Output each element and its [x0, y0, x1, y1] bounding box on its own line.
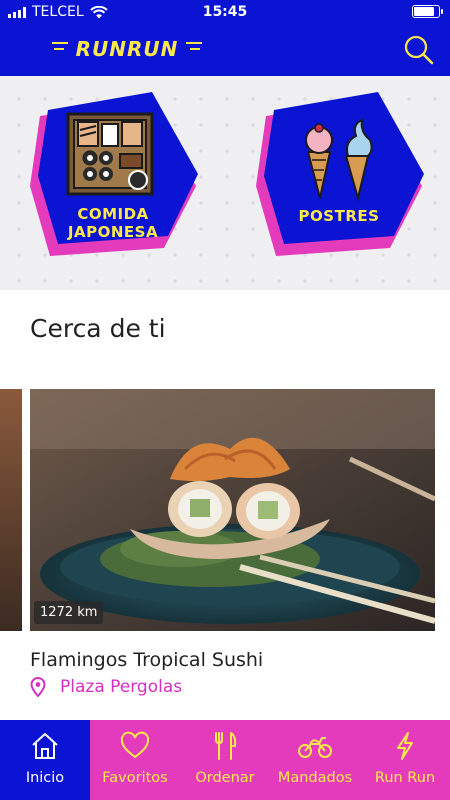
nav-label: Favoritos	[102, 770, 168, 786]
nav-item-favoritos[interactable]: Favoritos	[90, 720, 180, 800]
logo-text: RUNRUN	[75, 37, 179, 61]
lightning-icon	[397, 732, 413, 760]
category-comida-japonesa[interactable]: COMIDA JAPONESA	[28, 90, 198, 262]
nav-label: Inicio	[25, 770, 65, 786]
previous-card-peek[interactable]	[0, 389, 22, 631]
search-icon	[404, 35, 434, 65]
home-icon	[32, 733, 58, 759]
nav-item-mandados[interactable]: Mandados	[270, 720, 360, 800]
app-header: RUNRUN	[0, 24, 450, 76]
search-button[interactable]	[402, 33, 436, 67]
nav-item-run-run[interactable]: Run Run	[360, 720, 450, 800]
nav-label: Ordenar	[195, 770, 255, 786]
clock: 15:45	[202, 4, 248, 20]
nav-label: Run Run	[374, 770, 436, 786]
location-label: Plaza Pergolas	[60, 677, 183, 697]
restaurant-location[interactable]: Plaza Pergolas	[30, 677, 182, 697]
battery-level	[414, 7, 434, 16]
sushi-icon	[66, 112, 154, 196]
heart-icon	[120, 731, 150, 759]
restaurant-card[interactable]: 1272 km	[30, 389, 435, 631]
utensils-icon	[215, 732, 237, 760]
category-label-line1: POSTRES	[298, 207, 380, 225]
distance-badge: 1272 km	[34, 601, 104, 624]
map-pin-icon	[30, 677, 46, 697]
restaurant-photo	[30, 389, 435, 631]
logo-wing-right-lower	[190, 48, 200, 50]
ice-cream-icon	[305, 118, 373, 202]
category-label-line1: COMIDA	[77, 205, 149, 223]
nav-item-ordenar[interactable]: Ordenar	[180, 720, 270, 800]
nav-label: Mandados	[277, 770, 353, 786]
category-strip: COMIDA JAPONESA POSTRES	[0, 76, 450, 290]
motorcycle-icon	[298, 737, 332, 758]
restaurant-name[interactable]: Flamingos Tropical Sushi	[30, 649, 263, 671]
battery-icon	[412, 5, 443, 18]
section-title: Cerca de ti	[30, 314, 166, 343]
nav-item-inicio[interactable]: Inicio	[0, 720, 90, 800]
category-label-line2: JAPONESA	[67, 223, 159, 241]
status-bar: TELCEL 15:45	[0, 0, 450, 24]
category-postres[interactable]: POSTRES	[254, 90, 424, 262]
bottom-nav: Inicio Favoritos Ordenar Mandados Run Ru…	[0, 720, 450, 800]
logo-wing-right	[186, 42, 202, 44]
runrun-logo[interactable]: RUNRUN	[52, 34, 202, 64]
